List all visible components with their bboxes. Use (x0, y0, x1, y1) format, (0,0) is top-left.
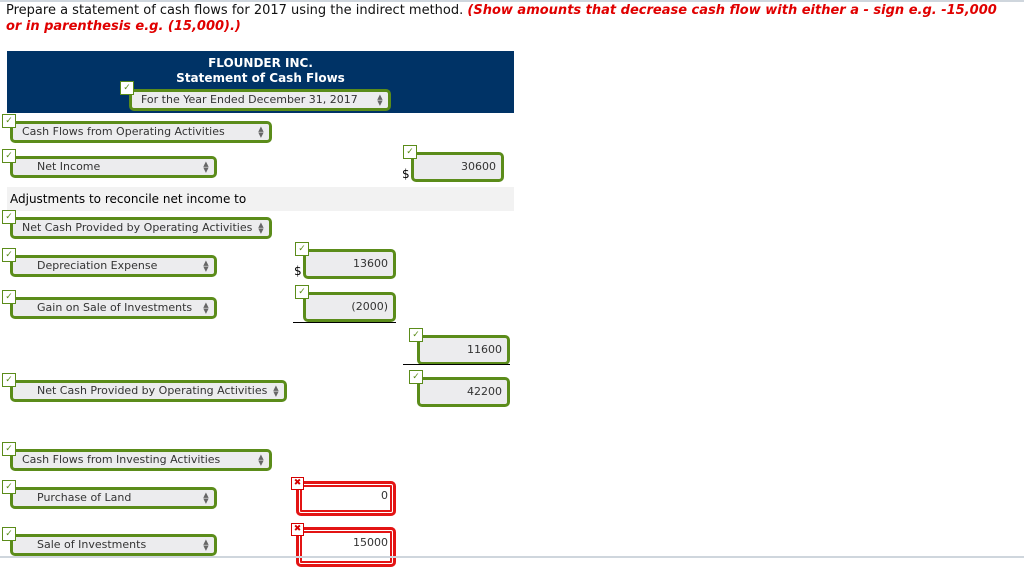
sale-investments-select[interactable]: Sale of Investments ▲ ▼ (10, 534, 217, 556)
gain-sale-select[interactable]: Gain on Sale of Investments ▲ ▼ (10, 297, 217, 319)
operating-heading-select[interactable]: Cash Flows from Operating Activities ▲ ▼ (10, 121, 272, 143)
checkmark-icon: ✓ (295, 242, 309, 256)
up-down-arrows-icon: ▲ ▼ (258, 453, 264, 467)
up-down-arrows-icon: ▲ ▼ (377, 93, 383, 107)
purchase-land-select[interactable]: Purchase of Land ▲ ▼ (10, 487, 217, 509)
adjustments-label: Adjustments to reconcile net income to (10, 192, 247, 206)
checkmark-icon: ✓ (120, 81, 134, 95)
underline (293, 322, 396, 323)
adjustments-select[interactable]: Net Cash Provided by Operating Activitie… (10, 217, 272, 239)
checkmark-icon: ✓ (2, 290, 16, 304)
checkmark-icon: ✓ (2, 149, 16, 163)
dollar-sign: $ (402, 167, 410, 181)
statement-title: Statement of Cash Flows (176, 71, 345, 85)
dollar-sign: $ (294, 264, 302, 278)
up-down-arrows-icon: ▲ ▼ (258, 125, 264, 139)
up-down-arrows-icon: ▲ ▼ (258, 221, 264, 235)
checkmark-icon: ✓ (2, 480, 16, 494)
net-income-amount[interactable]: 30600 (411, 152, 504, 182)
depreciation-select[interactable]: Depreciation Expense ▲ ▼ (10, 255, 217, 277)
investing-heading-select[interactable]: Cash Flows from Investing Activities ▲ ▼ (10, 449, 272, 471)
checkmark-icon: ✓ (409, 328, 423, 342)
x-mark-icon: ✖ (291, 477, 304, 490)
x-mark-icon: ✖ (291, 523, 304, 536)
checkmark-icon: ✓ (2, 527, 16, 541)
depreciation-amount[interactable]: 13600 (303, 249, 396, 279)
instructions: Prepare a statement of cash flows for 20… (6, 3, 1016, 35)
up-down-arrows-icon: ▲ ▼ (203, 259, 209, 273)
company-name: FLOUNDER INC. (208, 56, 313, 70)
checkmark-icon: ✓ (409, 370, 423, 384)
up-down-arrows-icon: ▲ ▼ (203, 301, 209, 315)
top-border (0, 0, 1024, 2)
net-income-select[interactable]: Net Income ▲ ▼ (10, 156, 217, 178)
period-select[interactable]: For the Year Ended December 31, 2017 ▲ ▼ (129, 89, 391, 111)
gain-sale-amount[interactable]: (2000) (303, 292, 396, 322)
up-down-arrows-icon: ▲ ▼ (203, 538, 209, 552)
up-down-arrows-icon: ▲ ▼ (203, 491, 209, 505)
period-select-value: For the Year Ended December 31, 2017 (141, 93, 358, 106)
net-operating-select[interactable]: Net Cash Provided by Operating Activitie… (10, 380, 287, 402)
adjustments-total-amount[interactable]: 11600 (417, 335, 510, 365)
checkmark-icon: ✓ (2, 373, 16, 387)
purchase-land-amount[interactable]: 0 (296, 481, 396, 516)
up-down-arrows-icon: ▲ ▼ (273, 384, 279, 398)
checkmark-icon: ✓ (403, 145, 417, 159)
underline (403, 364, 510, 365)
instructions-text: Prepare a statement of cash flows for 20… (6, 3, 464, 18)
checkmark-icon: ✓ (2, 114, 16, 128)
up-down-arrows-icon: ▲ ▼ (203, 160, 209, 174)
checkmark-icon: ✓ (295, 285, 309, 299)
net-operating-amount[interactable]: 42200 (417, 377, 510, 407)
checkmark-icon: ✓ (2, 442, 16, 456)
sale-investments-amount[interactable]: 15000 (296, 527, 396, 567)
checkmark-icon: ✓ (2, 210, 16, 224)
checkmark-icon: ✓ (2, 248, 16, 262)
